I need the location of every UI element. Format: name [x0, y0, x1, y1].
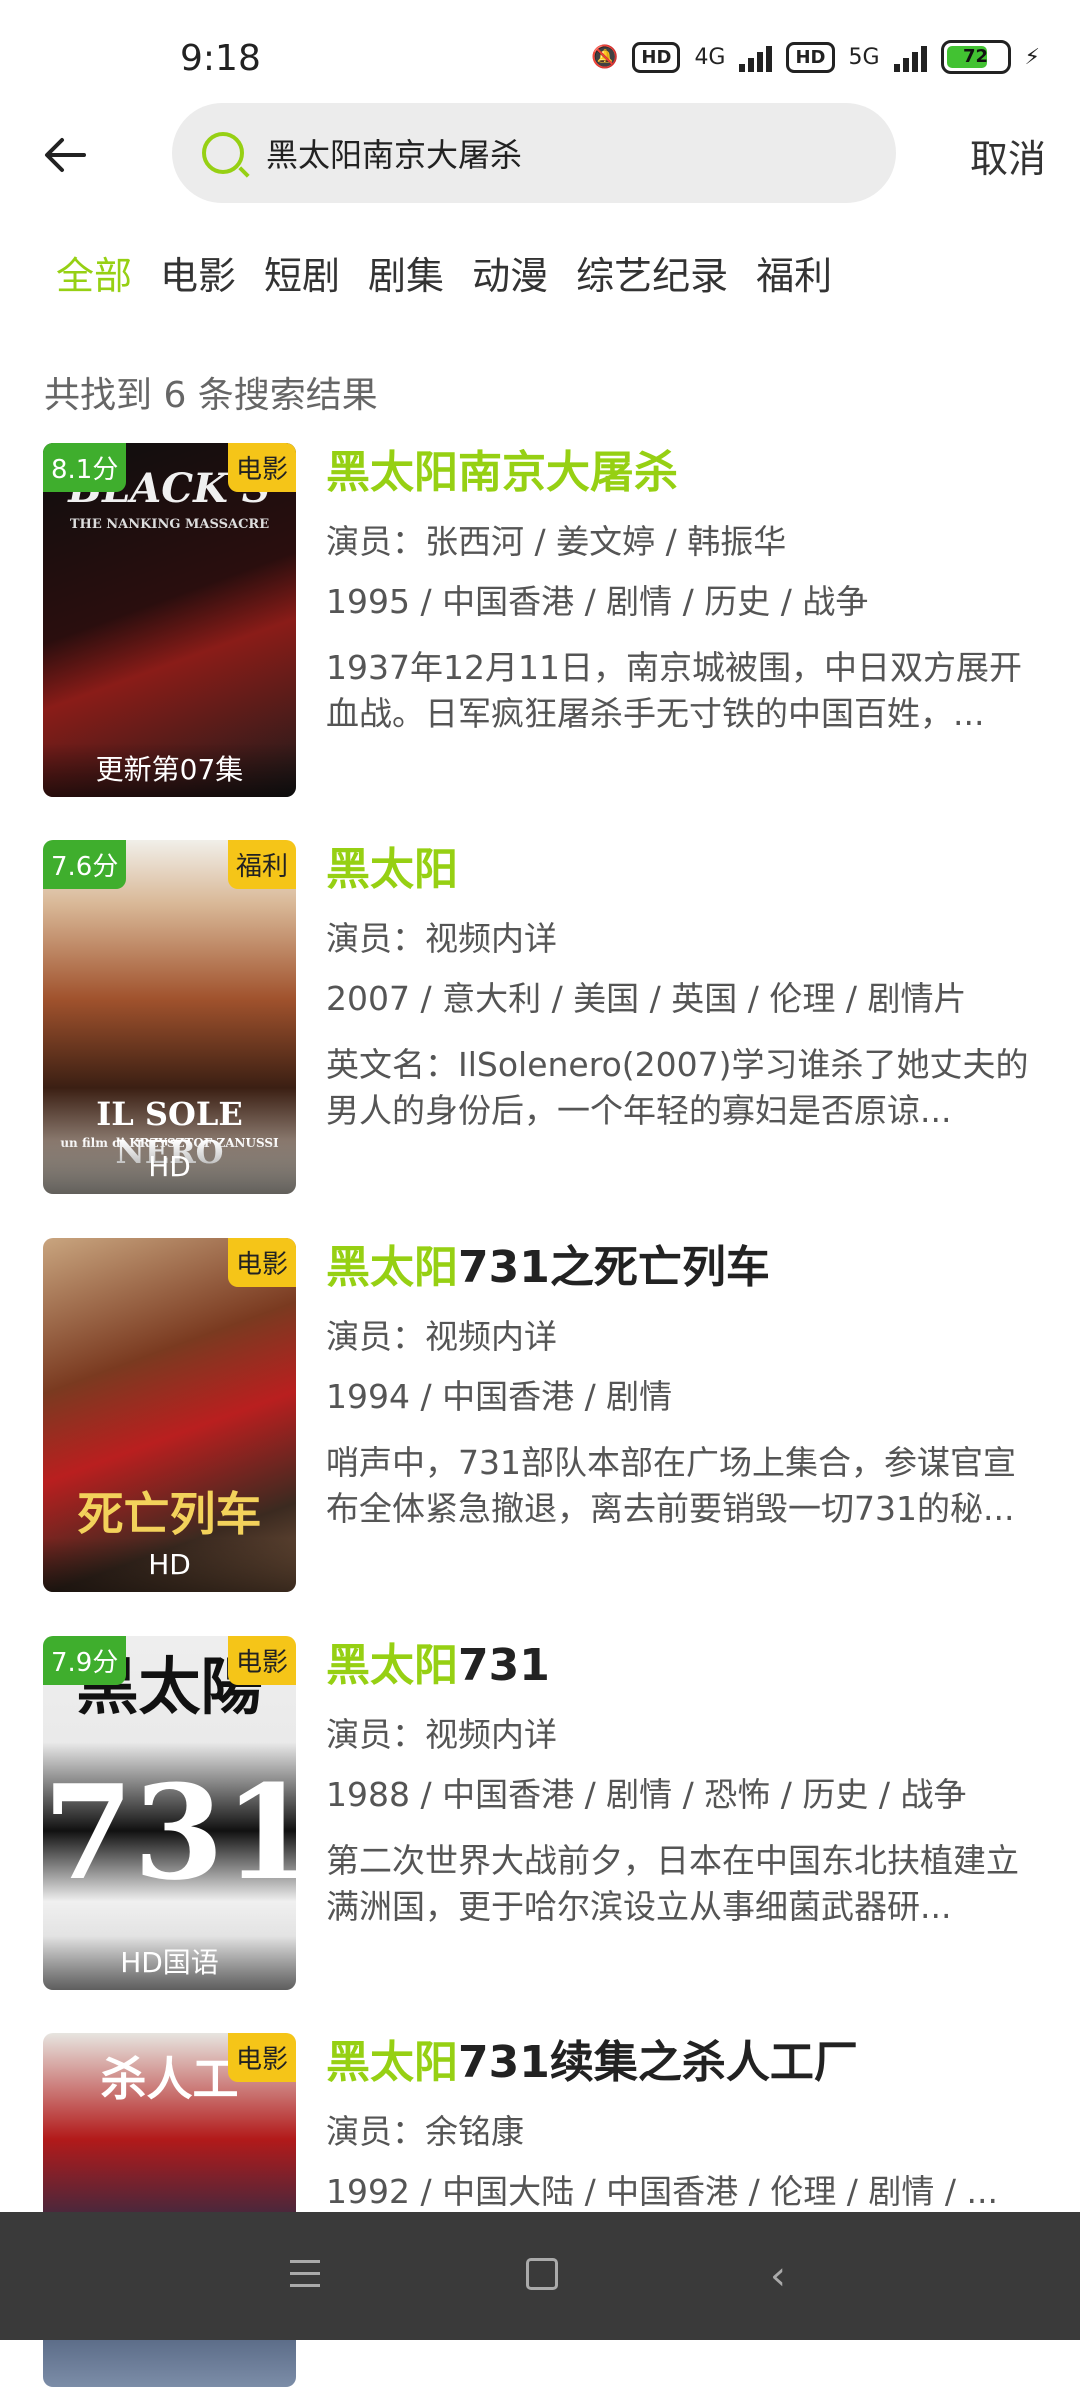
result-cast: 演员：视频内详 — [326, 1715, 557, 1754]
score-badge: 8.1分 — [43, 443, 127, 492]
result-meta: 1994 / 中国香港 / 剧情 — [326, 1377, 673, 1416]
title-highlight: 黑太阳南京大屠杀 — [326, 447, 678, 498]
score-badge: 7.6分 — [43, 840, 127, 889]
result-meta: 2007 / 意大利 / 美国 / 英国 / 伦理 / 剧情片 — [326, 979, 967, 1018]
tab-short-drama[interactable]: 短剧 — [264, 245, 340, 300]
search-input[interactable]: 黑太阳南京大屠杀 — [172, 103, 896, 203]
result-info: 黑太阳731 演员：视频内详 1988 / 中国香港 / 剧情 / 恐怖 / 历… — [326, 1636, 1046, 1930]
back-arrow-icon[interactable] — [40, 130, 90, 180]
category-tag: 福利 — [227, 840, 296, 889]
poster-art-subtitle: THE NANKING MASSACRE — [69, 517, 270, 532]
result-meta: 1995 / 中国香港 / 剧情 / 历史 / 战争 — [326, 582, 869, 621]
poster-art-title: 死亡列车 — [77, 1487, 262, 1541]
status-time: 9:18 — [180, 38, 261, 79]
tab-movie[interactable]: 电影 — [160, 245, 236, 300]
category-tag: 电影 — [227, 2033, 296, 2082]
result-title[interactable]: 黑太阳731 — [326, 1636, 1046, 1696]
search-icon — [202, 132, 244, 174]
category-tabs: 全部 电影 短剧 剧集 动漫 综艺纪录 福利 — [56, 245, 832, 300]
category-tag: 电影 — [227, 443, 296, 492]
cancel-button[interactable]: 取消 — [970, 128, 1046, 183]
tab-all[interactable]: 全部 — [56, 245, 132, 300]
battery-icon: 72 — [940, 40, 1011, 74]
result-item[interactable]: BLACK S THE NANKING MASSACRE 8.1分 电影 更新第… — [0, 443, 1080, 797]
result-meta: 1988 / 中国香港 / 剧情 / 恐怖 / 历史 / 战争 — [326, 1775, 967, 1814]
tab-variety-documentary[interactable]: 综艺纪录 — [576, 245, 728, 300]
status-icons: 🔕 HD 4G HD 5G 72 ⚡ — [591, 40, 1040, 74]
hd-icon: HD — [632, 41, 681, 73]
category-tag: 电影 — [227, 1636, 296, 1685]
poster-image[interactable]: IL SOLE NERO un film di KRZYSZTOF ZANUSS… — [43, 840, 296, 1194]
result-cast: 演员：视频内详 — [326, 1317, 557, 1356]
result-description: 1937年12月11日，南京城被围，中日双方展开血战。日军疯狂屠杀手无寸铁的中国… — [326, 648, 1022, 733]
score-badge: 7.9分 — [43, 1636, 127, 1685]
poster-image[interactable]: 死亡列车 电影 HD — [43, 1238, 296, 1592]
result-info: 黑太阳731之死亡列车 演员：视频内详 1994 / 中国香港 / 剧情 哨声中… — [326, 1238, 1046, 1532]
signal-icon — [739, 42, 773, 72]
result-item[interactable]: 死亡列车 电影 HD 黑太阳731之死亡列车 演员：视频内详 1994 / 中国… — [0, 1238, 1080, 1592]
mute-icon: 🔕 — [591, 44, 619, 70]
battery-level: 72 — [963, 46, 989, 67]
title-highlight: 黑太阳 — [326, 2037, 458, 2088]
recent-apps-icon[interactable] — [290, 2260, 320, 2290]
result-item[interactable]: 黑太陽 731 7.9分 电影 HD国语 黑太阳731 演员：视频内详 1988… — [0, 1636, 1080, 1990]
title-rest: 731 — [458, 1640, 550, 1691]
tab-series[interactable]: 剧集 — [368, 245, 444, 300]
result-title[interactable]: 黑太阳南京大屠杀 — [326, 443, 1046, 503]
quality-badge: HD国语 — [43, 1936, 296, 1990]
network-5g-label: 5G — [848, 44, 880, 70]
network-4g-label: 4G — [694, 44, 726, 70]
result-title[interactable]: 黑太阳731续集之杀人工厂 — [326, 2033, 1046, 2093]
result-meta: 1992 / 中国大陆 / 中国香港 / 伦理 / 剧情 / ... — [326, 2172, 998, 2211]
title-highlight: 黑太阳 — [326, 844, 458, 895]
result-description: 英文名：IlSolenero(2007)学习谁杀了她丈夫的男人的身份后，一个年轻… — [326, 1045, 1029, 1130]
tab-welfare[interactable]: 福利 — [756, 245, 832, 300]
result-info: 黑太阳南京大屠杀 演员：张西河 / 姜文婷 / 韩振华 1995 / 中国香港 … — [326, 443, 1046, 737]
result-info: 黑太阳731续集之杀人工厂 演员：余铭康 1992 / 中国大陆 / 中国香港 … — [326, 2033, 1046, 2213]
result-cast: 演员：张西河 / 姜文婷 / 韩振华 — [326, 522, 787, 561]
tab-anime[interactable]: 动漫 — [472, 245, 548, 300]
signal-icon-2 — [893, 42, 927, 72]
system-nav-bar: ‹ — [0, 2212, 1080, 2340]
title-highlight: 黑太阳 — [326, 1640, 458, 1691]
title-rest: 731之死亡列车 — [458, 1242, 770, 1293]
result-info: 黑太阳 演员：视频内详 2007 / 意大利 / 美国 / 英国 / 伦理 / … — [326, 840, 1046, 1134]
poster-art-number: 731 — [43, 1756, 296, 1909]
home-icon[interactable] — [526, 2258, 558, 2290]
search-header: 黑太阳南京大屠杀 取消 — [0, 100, 1080, 210]
result-count: 共找到 6 条搜索结果 — [44, 375, 378, 416]
nav-back-icon[interactable]: ‹ — [770, 2256, 786, 2296]
title-rest: 731续集之杀人工厂 — [458, 2037, 858, 2088]
quality-badge: HD — [43, 1140, 296, 1194]
result-cast: 演员：余铭康 — [326, 2112, 524, 2151]
poster-image[interactable]: 黑太陽 731 7.9分 电影 HD国语 — [43, 1636, 296, 1990]
title-highlight: 黑太阳 — [326, 1242, 458, 1293]
result-description: 第二次世界大战前夕，日本在中国东北扶植建立满洲国，更于哈尔滨设立从事细菌武器研.… — [326, 1841, 1019, 1926]
quality-badge: HD — [43, 1538, 296, 1592]
category-tag: 电影 — [227, 1238, 296, 1287]
search-query-text: 黑太阳南京大屠杀 — [266, 136, 523, 174]
result-description: 哨声中，731部队本部在广场上集合，参谋官宣布全体紧急撤退，离去前要销毁一切73… — [326, 1443, 1016, 1528]
result-item[interactable]: IL SOLE NERO un film di KRZYSZTOF ZANUSS… — [0, 840, 1080, 1194]
result-title[interactable]: 黑太阳731之死亡列车 — [326, 1238, 1046, 1298]
hd-icon-2: HD — [786, 41, 835, 73]
poster-image[interactable]: BLACK S THE NANKING MASSACRE 8.1分 电影 更新第… — [43, 443, 296, 797]
charging-icon: ⚡ — [1024, 44, 1040, 70]
result-title[interactable]: 黑太阳 — [326, 840, 1046, 900]
result-cast: 演员：视频内详 — [326, 919, 557, 958]
episode-badge: 更新第07集 — [43, 743, 296, 797]
